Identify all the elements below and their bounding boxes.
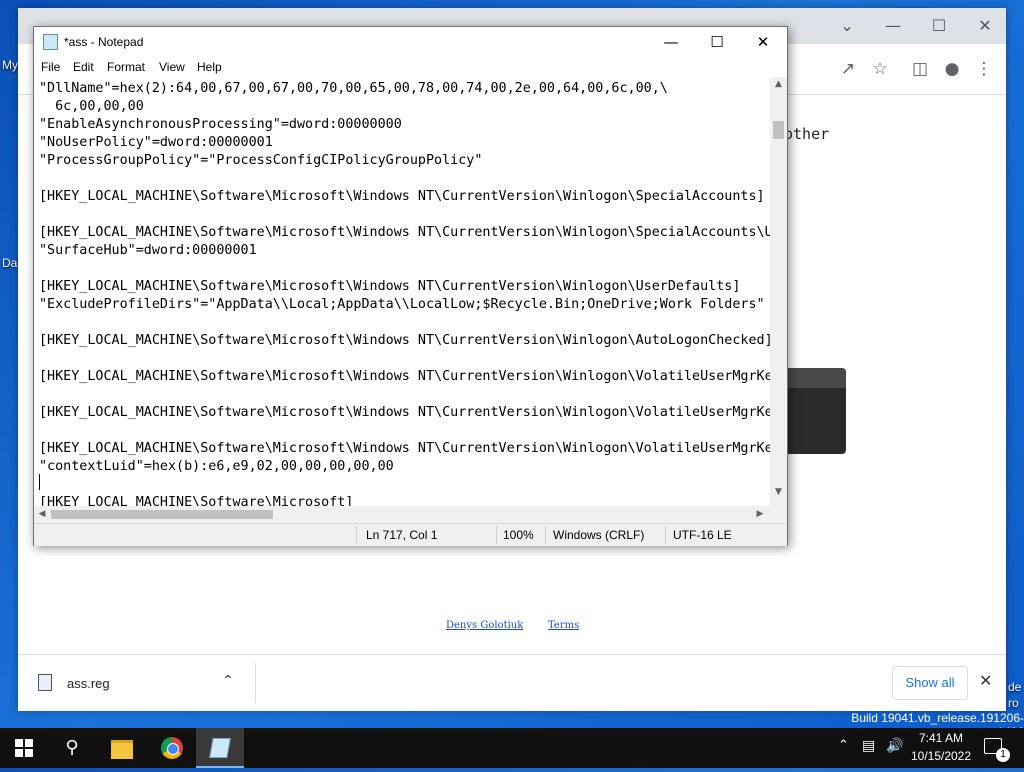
scroll-left-arrow-icon[interactable]: ◀ <box>36 509 48 519</box>
chrome-icon[interactable] <box>148 728 196 768</box>
scroll-corner <box>770 506 787 523</box>
notepad-title: *ass - Notepad <box>64 35 144 49</box>
page-dark-panel <box>778 368 846 454</box>
status-position: Ln 717, Col 1 <box>366 528 438 542</box>
terms-link[interactable]: Terms <box>548 620 579 631</box>
notepad-maximize-button[interactable]: ☐ <box>694 27 740 57</box>
notification-count: 1 <box>996 748 1010 762</box>
desktop-side-label-1: de <box>1008 680 1022 694</box>
status-zoom: 100% <box>503 528 534 542</box>
sidebar-icon[interactable]: ◫ <box>906 55 934 83</box>
page-text-fragment: other <box>784 125 830 143</box>
horizontal-scrollbar[interactable]: ◀ ▶ <box>34 506 770 523</box>
notepad-menubar: File Edit Format View Help <box>34 57 787 77</box>
status-encoding: UTF-16 LE <box>673 528 732 542</box>
scroll-right-arrow-icon[interactable]: ▶ <box>754 509 766 519</box>
desktop-icon-label-2[interactable]: Da <box>2 256 17 270</box>
start-windows-icon[interactable] <box>0 728 48 768</box>
volume-icon[interactable]: 🔊 <box>886 738 903 754</box>
text-cursor <box>39 474 40 490</box>
share-icon[interactable]: ↗ <box>834 55 862 83</box>
profile-icon[interactable]: ● <box>938 55 966 83</box>
notepad-minimize-button[interactable]: — <box>648 27 694 57</box>
clock-time[interactable]: 7:41 AM <box>910 731 972 745</box>
scroll-down-arrow-icon[interactable]: ▼ <box>770 487 787 497</box>
downloads-bar: ass.reg ⌃ Show all ✕ <box>18 654 1006 711</box>
vertical-scrollbar[interactable]: ▲ ▼ <box>770 77 787 506</box>
desktop-icon-label-1[interactable]: My <box>2 58 18 72</box>
horizontal-scroll-thumb[interactable] <box>51 510 273 519</box>
file-icon <box>38 674 52 691</box>
download-divider <box>255 663 256 703</box>
search-icon[interactable]: ⚲ <box>48 728 96 768</box>
taskbar: ⚲ ⌃ ▤ 🔊 7:41 AM 10/15/2022 1 <box>0 728 1024 768</box>
browser-minimize-button[interactable]: — <box>870 10 916 42</box>
chevron-up-tray-icon[interactable]: ⌃ <box>838 738 849 753</box>
vertical-scroll-thumb[interactable] <box>773 121 784 139</box>
menu-view[interactable]: View <box>159 60 185 74</box>
notepad-taskbar-icon[interactable] <box>196 728 244 768</box>
notepad-text-area[interactable]: "DllName"=hex(2):64,00,67,00,67,00,70,00… <box>34 77 770 506</box>
status-line-ending: Windows (CRLF) <box>553 528 645 542</box>
desktop-side-label-2: ro <box>1008 696 1019 710</box>
file-explorer-icon[interactable] <box>98 728 146 768</box>
scroll-up-arrow-icon[interactable]: ▲ <box>770 79 787 89</box>
network-icon[interactable]: ▤ <box>862 738 875 754</box>
notepad-statusbar: Ln 717, Col 1 100% Windows (CRLF) UTF-16… <box>34 523 787 546</box>
notepad-titlebar[interactable]: *ass - Notepad — ☐ ✕ <box>34 27 787 57</box>
notepad-content[interactable]: "DllName"=hex(2):64,00,67,00,67,00,70,00… <box>39 80 770 506</box>
menu-edit[interactable]: Edit <box>73 60 94 74</box>
star-icon[interactable]: ☆ <box>866 55 894 83</box>
notepad-window: *ass - Notepad — ☐ ✕ File Edit Format Vi… <box>33 26 788 546</box>
clock-date[interactable]: 10/15/2022 <box>904 749 978 763</box>
download-filename[interactable]: ass.reg <box>67 676 110 691</box>
windows-build-watermark: Build 19041.vb_release.191206-1406 <box>851 711 1024 739</box>
browser-close-button[interactable]: ✕ <box>962 10 1008 42</box>
show-all-button[interactable]: Show all <box>892 666 968 700</box>
chevron-up-icon[interactable]: ⌃ <box>222 673 234 689</box>
menu-format[interactable]: Format <box>107 60 145 74</box>
notepad-close-button[interactable]: ✕ <box>740 27 786 57</box>
menu-file[interactable]: File <box>41 60 60 74</box>
chevron-down-icon[interactable]: ⌄ <box>824 10 870 42</box>
browser-maximize-button[interactable]: ☐ <box>916 10 962 42</box>
menu-help[interactable]: Help <box>197 60 222 74</box>
notepad-app-icon <box>43 34 58 50</box>
close-downloads-icon[interactable]: ✕ <box>979 671 992 690</box>
author-link[interactable]: Denys Golotiuk <box>446 620 523 631</box>
menu-kebab-icon[interactable]: ⋮ <box>970 55 998 83</box>
